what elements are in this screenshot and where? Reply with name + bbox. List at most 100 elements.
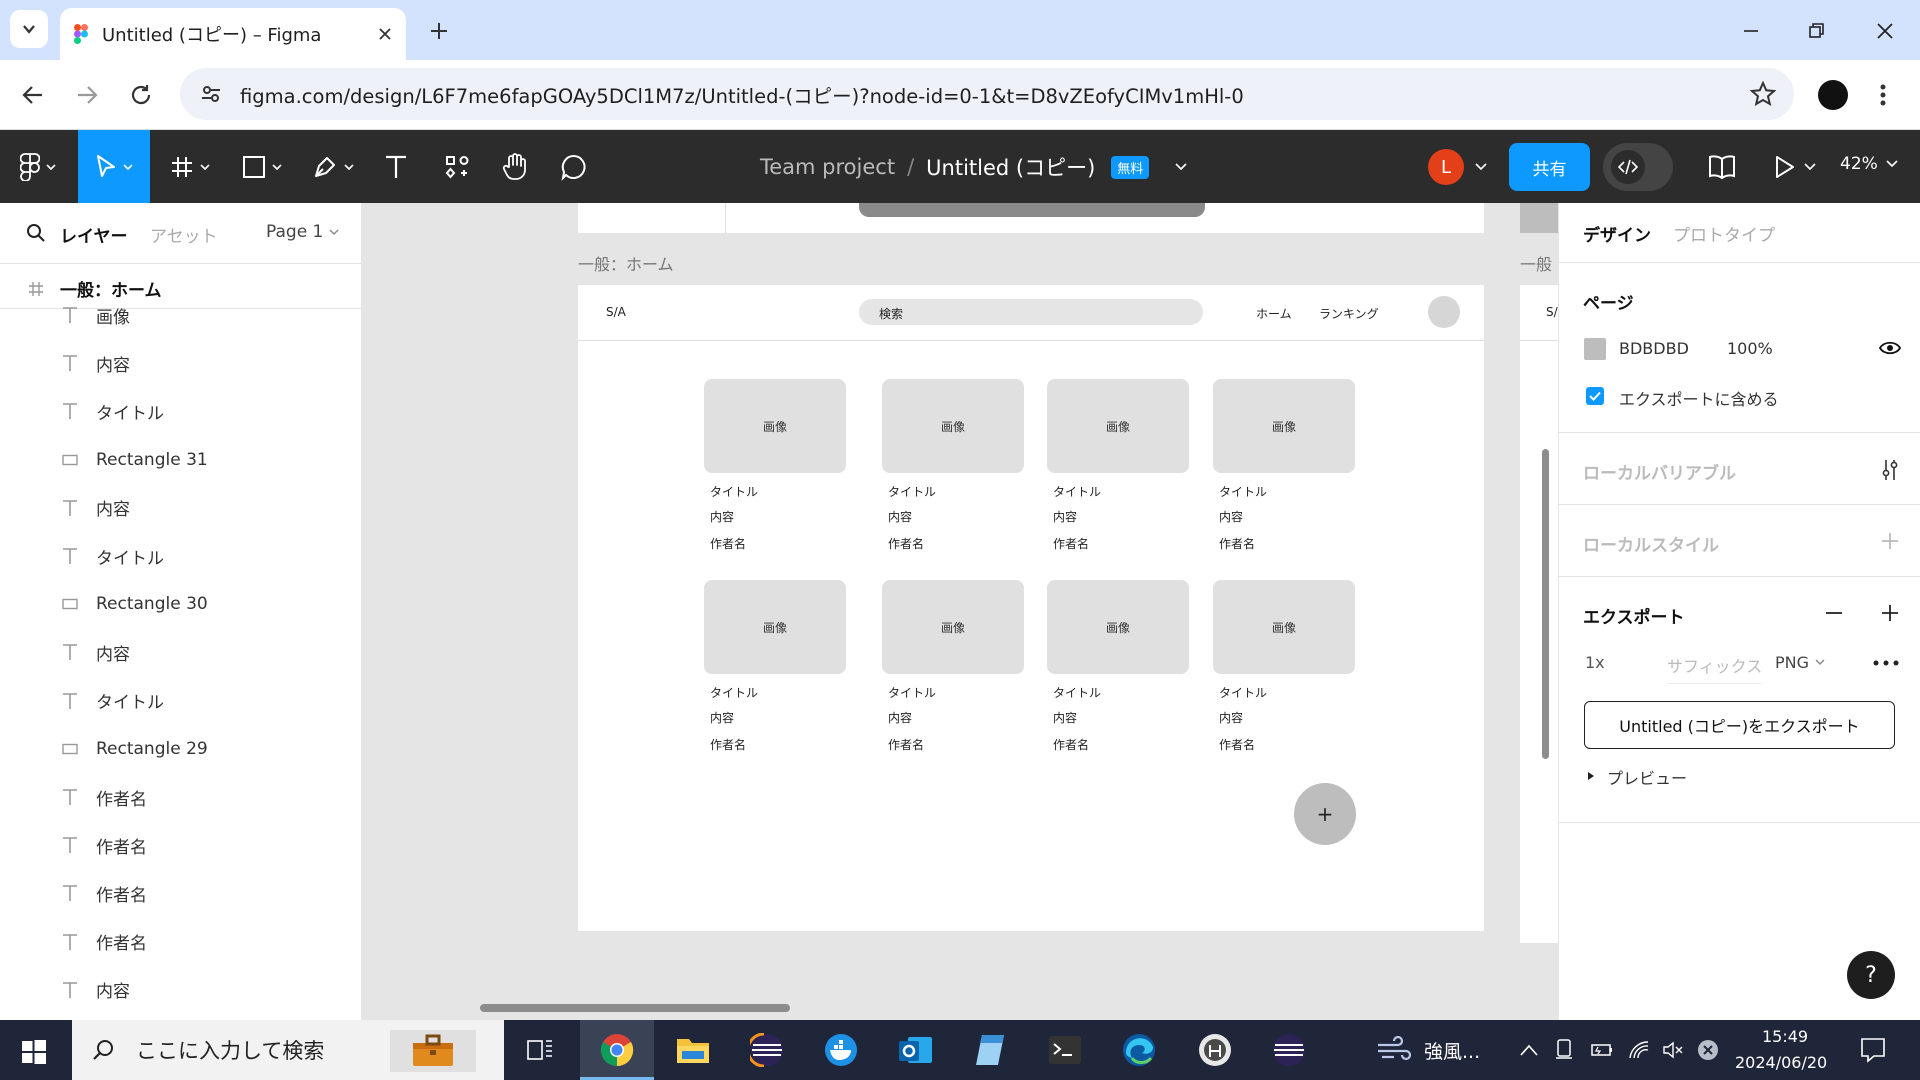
- export-options-more-icon[interactable]: [1873, 660, 1899, 666]
- reload-icon[interactable]: [128, 82, 154, 108]
- user-avatar[interactable]: L: [1428, 149, 1464, 185]
- layer-row[interactable]: タイトル: [0, 532, 361, 580]
- volume-muted-icon[interactable]: [1662, 1040, 1684, 1060]
- shape-tool-button[interactable]: [242, 150, 282, 184]
- layer-row[interactable]: Rectangle 31: [0, 436, 361, 484]
- layer-row[interactable]: 内容: [0, 484, 361, 532]
- tab-layers[interactable]: レイヤー: [60, 222, 128, 247]
- preview-caret-icon[interactable]: [1587, 771, 1595, 781]
- design-canvas[interactable]: 一般：ホーム 一般 S/A 検索 ホーム ランキング 画像 タイトル 内容 作者名 画像…: [362, 203, 1558, 1020]
- eclipse-icon[interactable]: [750, 1033, 784, 1067]
- omnibox[interactable]: figma.com/design/L6F7me6fapGOAy5DCl1M7z/…: [180, 68, 1794, 120]
- close-window-button[interactable]: [1870, 16, 1900, 46]
- help-button[interactable]: ?: [1847, 951, 1895, 999]
- eye-visibility-icon[interactable]: [1879, 339, 1901, 357]
- weather-text[interactable]: 強風...: [1424, 1037, 1480, 1064]
- layer-row[interactable]: 作者名: [0, 821, 361, 869]
- tab-assets[interactable]: アセット: [150, 222, 218, 247]
- zoom-level[interactable]: 42%: [1840, 154, 1898, 174]
- horizontal-scrollbar[interactable]: [480, 1004, 790, 1012]
- home-frame[interactable]: S/A 検索 ホーム ランキング 画像 タイトル 内容 作者名 画像 タイトル 内容 作者名画…: [578, 285, 1484, 931]
- new-tab-button[interactable]: [424, 16, 454, 46]
- minimize-window-button[interactable]: [1736, 16, 1766, 46]
- taskbar-search-box[interactable]: ここに入力して検索: [72, 1020, 504, 1080]
- notification-icon[interactable]: [1860, 1037, 1886, 1063]
- present-play-icon[interactable]: [1774, 154, 1796, 180]
- layer-row[interactable]: 作者名: [0, 773, 361, 821]
- remove-export-minus-icon[interactable]: [1825, 604, 1843, 622]
- battery-icon[interactable]: [1590, 1042, 1614, 1058]
- file-name[interactable]: Untitled (コピー): [926, 152, 1095, 182]
- dev-mode-toggle[interactable]: [1603, 143, 1673, 191]
- frame-label-right[interactable]: 一般: [1520, 251, 1552, 275]
- export-format-select[interactable]: PNG: [1775, 653, 1825, 672]
- wifi-icon[interactable]: [1628, 1040, 1650, 1060]
- profile-avatar[interactable]: [1818, 80, 1848, 110]
- comment-tool-button[interactable]: [560, 150, 588, 184]
- layer-row[interactable]: 内容: [0, 628, 361, 676]
- variables-sliders-icon[interactable]: [1881, 459, 1899, 481]
- team-name[interactable]: Team project: [760, 155, 895, 179]
- text-tool-button[interactable]: [384, 150, 408, 184]
- share-button[interactable]: 共有: [1509, 143, 1590, 191]
- taskbar-chrome-active[interactable]: [580, 1020, 654, 1080]
- layer-row[interactable]: 内容: [0, 966, 361, 1014]
- weather-wind-icon[interactable]: [1376, 1036, 1412, 1064]
- clock-time[interactable]: 15:49: [1762, 1027, 1808, 1046]
- status-x-icon[interactable]: [1697, 1039, 1719, 1061]
- file-explorer-icon[interactable]: [676, 1035, 710, 1065]
- page-color-hex[interactable]: BDBDBD: [1619, 339, 1689, 358]
- chevron-down-icon[interactable]: [1804, 163, 1816, 171]
- page-color-swatch[interactable]: [1584, 338, 1606, 360]
- site-info-icon[interactable]: [200, 83, 222, 105]
- main-menu-button[interactable]: [20, 150, 56, 184]
- more-menu-icon[interactable]: [1878, 82, 1888, 108]
- bookmark-star-icon[interactable]: [1750, 81, 1776, 107]
- back-arrow-icon[interactable]: [20, 82, 46, 108]
- layer-row[interactable]: 作者名: [0, 918, 361, 966]
- layer-row[interactable]: タイトル: [0, 387, 361, 435]
- export-scale[interactable]: 1x: [1585, 653, 1605, 672]
- file-title-area[interactable]: Team project / Untitled (コピー) 無料: [760, 152, 1187, 182]
- notepad-icon[interactable]: [974, 1033, 1006, 1067]
- close-tab-icon[interactable]: [378, 27, 392, 41]
- tray-overflow-chevron-icon[interactable]: [1520, 1044, 1538, 1056]
- include-export-checkbox[interactable]: [1586, 387, 1604, 405]
- layer-row[interactable]: タイトル: [0, 677, 361, 725]
- layer-row[interactable]: Rectangle 30: [0, 580, 361, 628]
- tab-prototype[interactable]: プロトタイプ: [1673, 221, 1775, 246]
- windows-start-icon[interactable]: [22, 1040, 46, 1064]
- hand-tool-button[interactable]: [502, 150, 528, 184]
- clock-date[interactable]: 2024/06/20: [1735, 1053, 1827, 1072]
- frame-tool-button[interactable]: [170, 150, 210, 184]
- terminal-icon[interactable]: [1048, 1034, 1082, 1066]
- search-icon[interactable]: [26, 223, 46, 243]
- export-button[interactable]: Untitled (コピー)をエクスポート: [1584, 701, 1895, 749]
- library-book-icon[interactable]: [1708, 154, 1736, 180]
- git-client-icon[interactable]: [1198, 1033, 1232, 1067]
- pen-tool-button[interactable]: [312, 150, 354, 184]
- export-suffix-input[interactable]: サフィックス: [1667, 653, 1763, 684]
- layer-row[interactable]: Rectangle 29: [0, 725, 361, 773]
- frame-label[interactable]: 一般：ホーム: [578, 251, 674, 275]
- preview-toggle[interactable]: プレビュー: [1607, 765, 1687, 789]
- layer-row[interactable]: 作者名: [0, 869, 361, 917]
- tray-device-icon[interactable]: [1554, 1038, 1574, 1060]
- resources-button[interactable]: [444, 150, 470, 184]
- layer-row[interactable]: 内容: [0, 339, 361, 387]
- vertical-scrollbar[interactable]: [1542, 449, 1549, 759]
- eclipse-ide-icon[interactable]: [1272, 1033, 1306, 1067]
- browser-tab-active[interactable]: Untitled (コピー) – Figma: [60, 8, 406, 60]
- edge-icon[interactable]: [1122, 1033, 1156, 1067]
- chevron-down-icon[interactable]: [1475, 163, 1487, 171]
- chevron-down-icon[interactable]: [1175, 163, 1187, 171]
- restore-window-button[interactable]: [1801, 16, 1831, 46]
- add-style-plus-icon[interactable]: [1881, 532, 1899, 550]
- tab-search-button[interactable]: [10, 10, 48, 48]
- forward-arrow-icon[interactable]: [74, 82, 100, 108]
- move-tool-button[interactable]: [78, 130, 150, 203]
- outlook-icon[interactable]: [898, 1033, 934, 1067]
- layer-row[interactable]: 画像: [0, 291, 361, 339]
- add-export-plus-icon[interactable]: [1881, 604, 1899, 622]
- page-color-opacity[interactable]: 100%: [1727, 339, 1773, 358]
